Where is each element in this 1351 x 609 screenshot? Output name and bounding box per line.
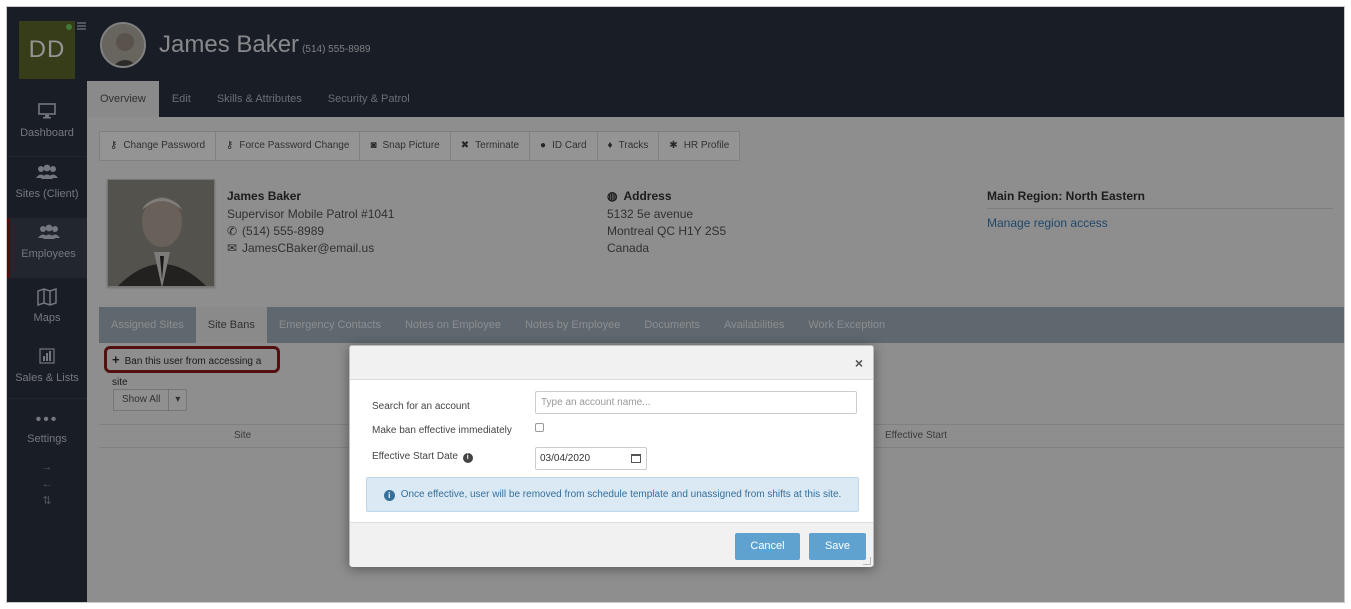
info-alert-text: Once effective, user will be removed fro… <box>400 489 842 500</box>
ban-site-modal: × Search for an account Make ban effecti… <box>349 345 874 567</box>
app-window: DD Dashboard Sites (Client) Employees Ma… <box>6 6 1345 603</box>
close-icon[interactable]: × <box>855 355 863 371</box>
effective-start-date-input[interactable]: 03/04/2020 <box>535 447 647 470</box>
info-icon[interactable]: i <box>462 453 473 463</box>
modal-footer: Cancel Save <box>350 522 873 567</box>
search-account-input[interactable] <box>535 391 857 414</box>
effective-start-date-label: Effective Start Date i <box>372 451 473 463</box>
calendar-icon[interactable] <box>631 454 641 463</box>
effective-immediately-label: Make ban effective immediately <box>372 425 512 436</box>
modal-header: × <box>350 346 873 380</box>
effective-immediately-checkbox[interactable] <box>535 423 544 432</box>
resize-handle[interactable] <box>863 557 871 565</box>
label-text: Effective Start Date <box>372 451 458 462</box>
date-value: 03/04/2020 <box>540 453 591 464</box>
info-alert: i Once effective, user will be removed fr… <box>366 477 859 512</box>
save-button[interactable]: Save <box>809 533 866 560</box>
cancel-button[interactable]: Cancel <box>735 533 800 560</box>
search-account-label: Search for an account <box>372 401 470 412</box>
info-icon: i <box>383 490 395 501</box>
